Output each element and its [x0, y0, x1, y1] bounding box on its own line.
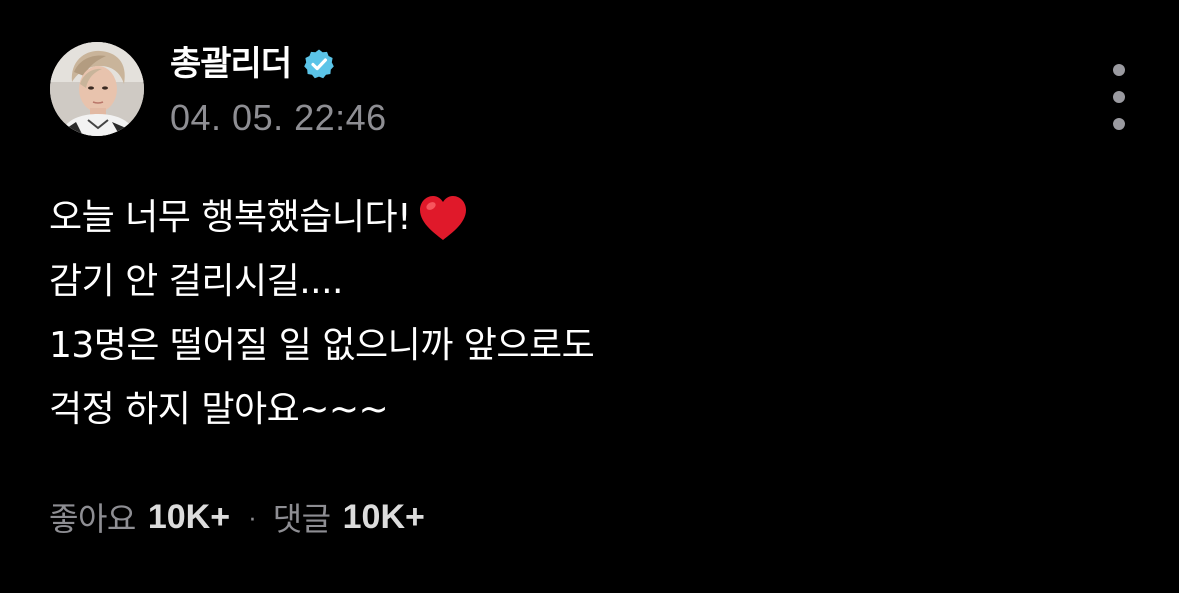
- post-line-text: 감기 안 걸리시길....: [49, 261, 344, 302]
- post-line-text: 걱정 하지 말아요~~~: [49, 389, 389, 430]
- post-timestamp: 04. 05. 22:46: [170, 97, 387, 138]
- comments-label: 댓글: [272, 500, 331, 538]
- more-options-button[interactable]: [1102, 64, 1136, 130]
- post-line: 걱정 하지 말아요~~~: [49, 378, 1129, 442]
- post-body: 오늘 너무 행복했습니다! 감기 안 걸리시길.... 13명은 떨어질 일 없…: [49, 186, 1129, 442]
- likes-label: 좋아요: [49, 500, 136, 538]
- author-name[interactable]: 총괄리더: [170, 40, 292, 88]
- heart-icon: [420, 196, 467, 240]
- footer-separator: ·: [248, 502, 257, 532]
- author-avatar[interactable]: [50, 42, 144, 136]
- post-line: 감기 안 걸리시길....: [49, 250, 1129, 314]
- author-header: 총괄리더: [170, 40, 335, 88]
- post-line-text: 13명은 떨어질 일 없으니까 앞으로도: [49, 325, 595, 366]
- more-dot: [1113, 64, 1125, 76]
- likes-count: 10K+: [147, 497, 231, 536]
- more-dot: [1113, 91, 1125, 103]
- verified-badge-icon: [304, 49, 334, 79]
- post-footer: 좋아요 10K+ · 댓글 10K+: [49, 494, 425, 540]
- post-card: 총괄리더 04. 05. 22:46 오늘 너무 행복했습니다! 감기 안 걸리…: [0, 0, 1179, 593]
- avatar-photo: [50, 42, 144, 136]
- comments-count: 10K+: [342, 497, 425, 536]
- post-line: 13명은 떨어질 일 없으니까 앞으로도: [49, 314, 1129, 378]
- likes-stat[interactable]: 좋아요 10K+: [49, 494, 230, 540]
- post-line-text: 오늘 너무 행복했습니다!: [49, 197, 412, 238]
- post-line: 오늘 너무 행복했습니다!: [49, 186, 1129, 250]
- comments-stat[interactable]: 댓글 10K+: [273, 494, 425, 540]
- more-dot: [1113, 118, 1125, 130]
